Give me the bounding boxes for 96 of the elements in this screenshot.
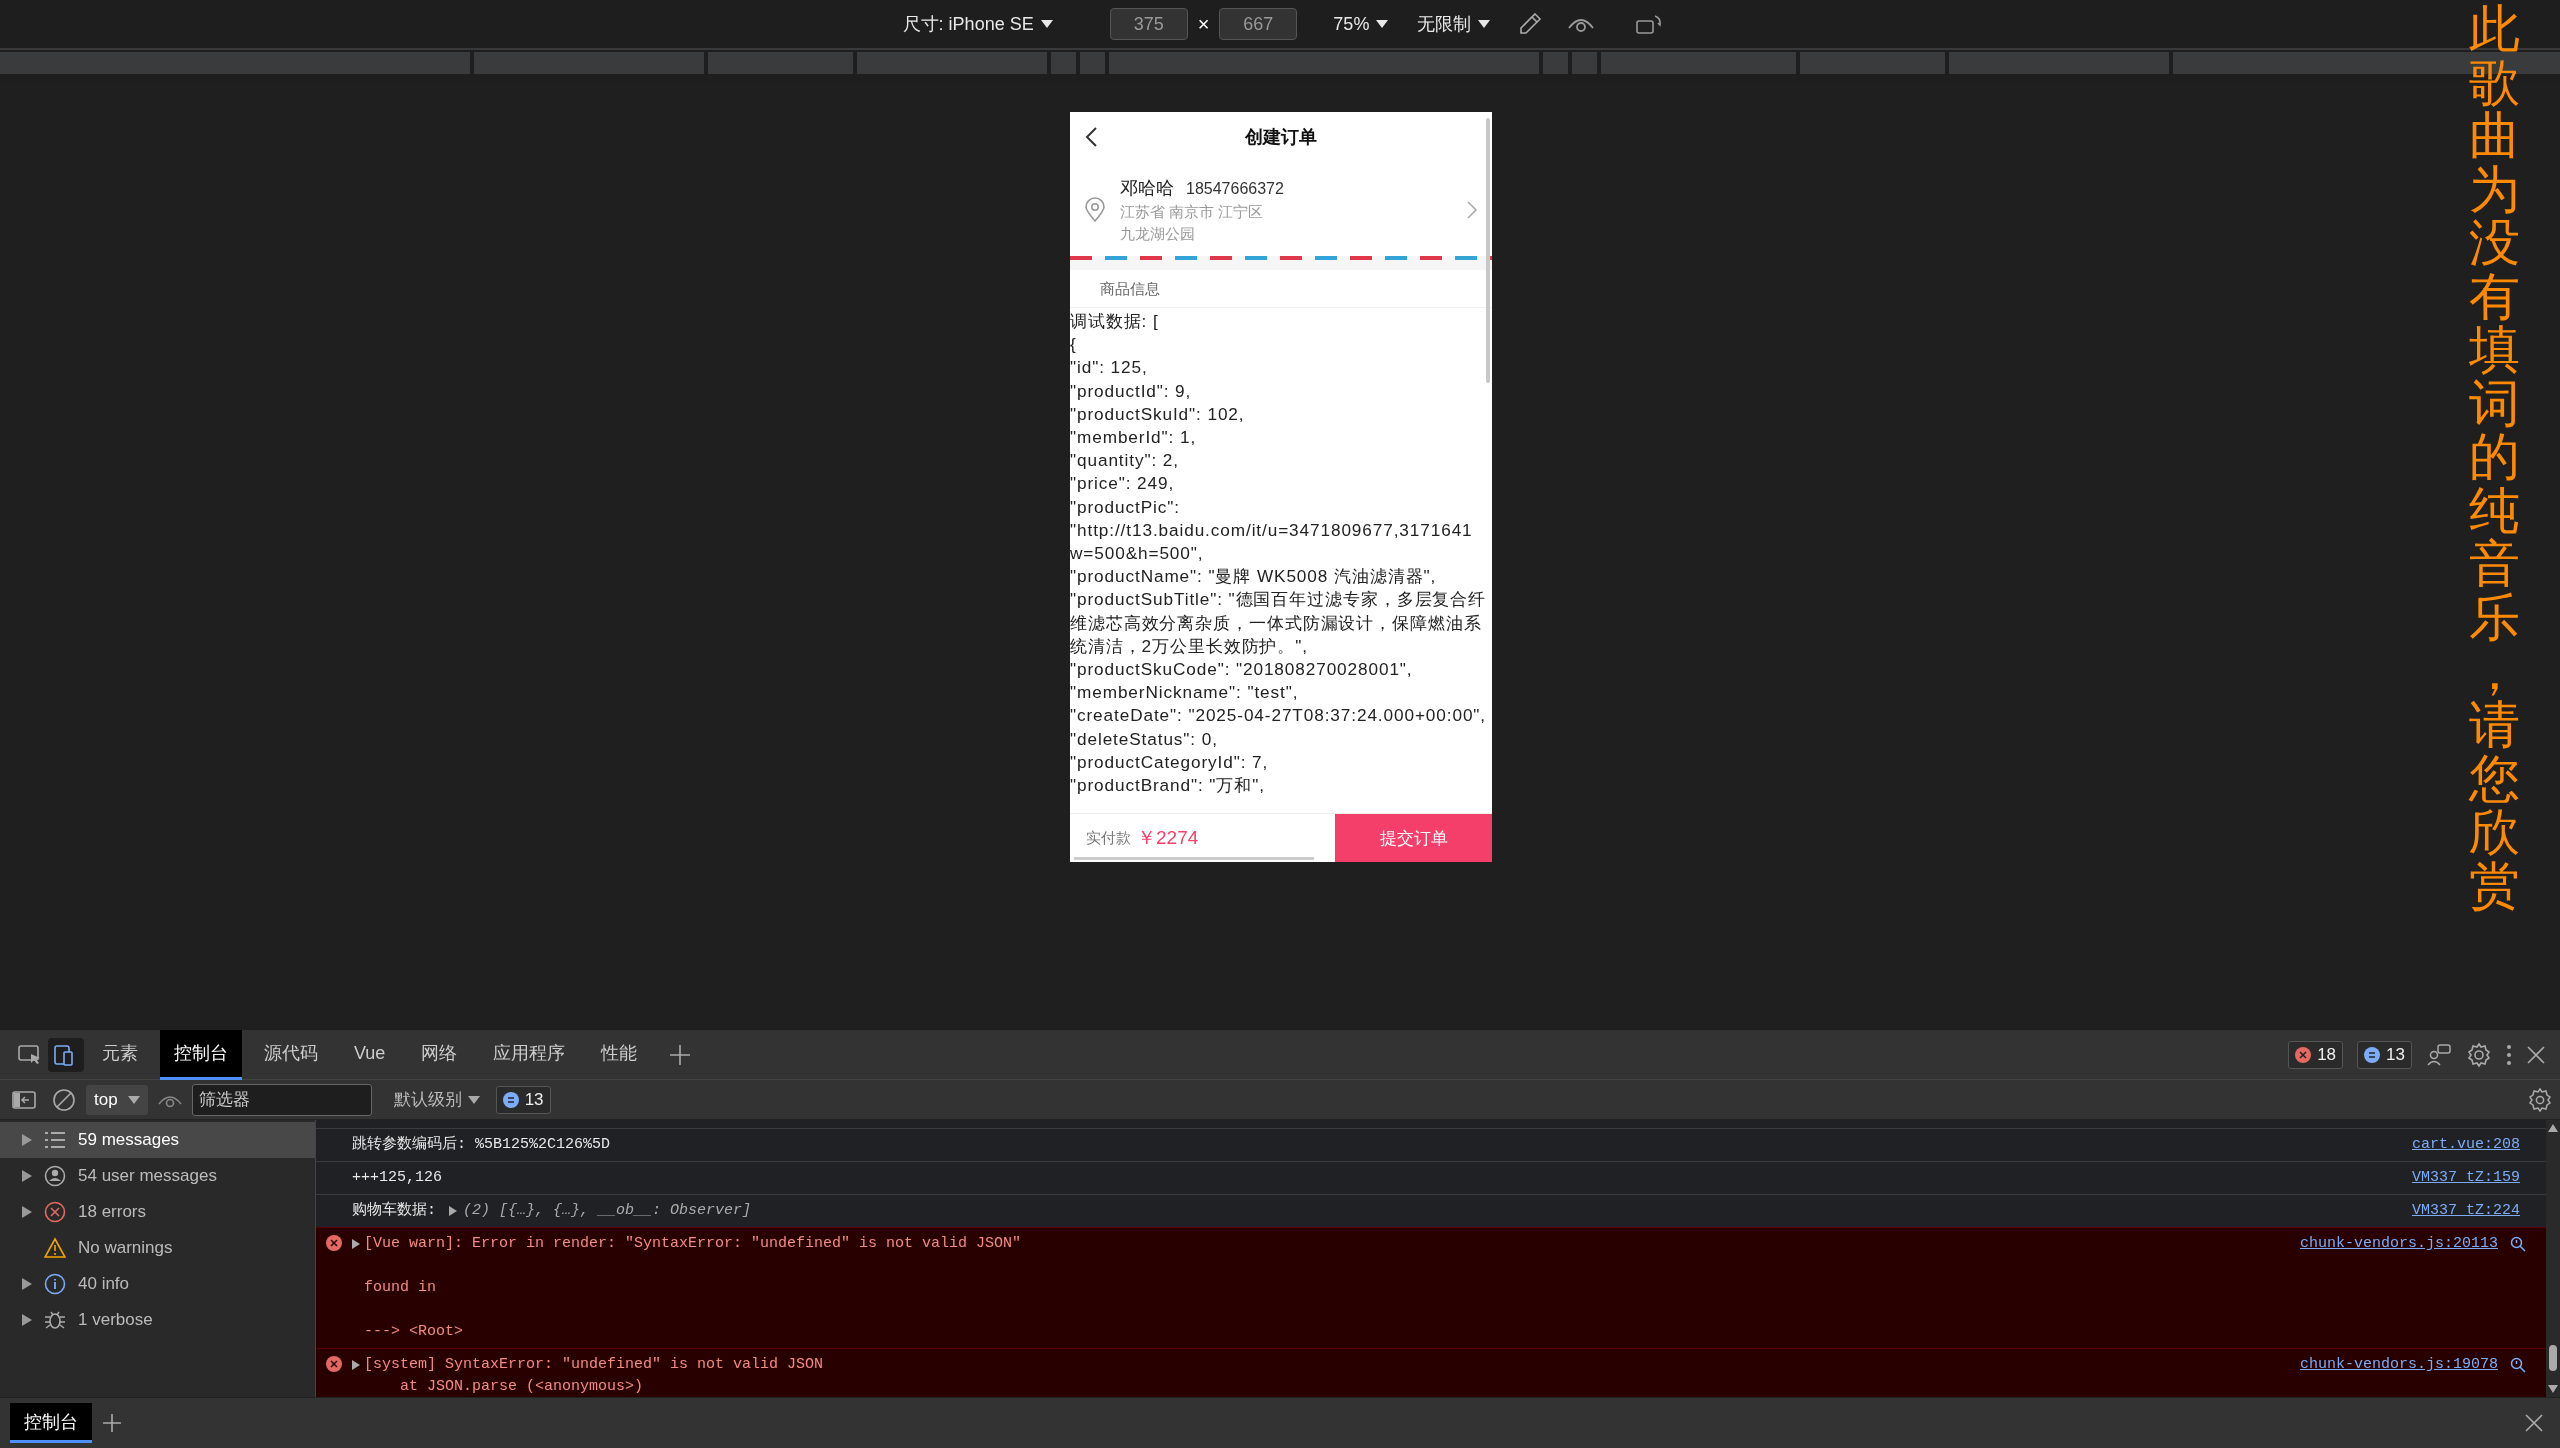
down-arrow-icon xyxy=(2548,1385,2558,1393)
message-icon xyxy=(2364,1046,2381,1063)
source-link[interactable]: cart.vue:208 xyxy=(2411,1134,2520,1156)
error-count-badge[interactable]: 18 xyxy=(2288,1040,2344,1069)
caret-icon xyxy=(467,1094,480,1105)
up-arrow-icon xyxy=(2548,1124,2558,1132)
devtools-tab[interactable]: 控制台 xyxy=(160,1029,242,1080)
error-message: [system] SyntaxError: "undefined" is not valid JSON at JSON.parse (<anonymous>) xyxy=(364,1355,825,1397)
page-title: 创建订单 xyxy=(1245,126,1317,149)
error-icon xyxy=(326,1356,342,1372)
chevron-right-icon xyxy=(1466,200,1478,220)
address-detail: 九龙湖公园 xyxy=(1120,224,1196,244)
log-message: 购物车数据: xyxy=(352,1200,437,1221)
expand-arrow-icon[interactable] xyxy=(449,1206,457,1216)
total-label: 实付款 xyxy=(1086,828,1131,848)
desktop-lyrics: 此歌曲为没有填词的纯音乐，请您欣赏 xyxy=(2469,2,2520,913)
object-preview[interactable]: (2) [{…}, {…}, __ob__: Observer] xyxy=(463,1200,752,1222)
sidebar-item[interactable]: 18 errors xyxy=(0,1194,315,1230)
eyedropper-icon[interactable] xyxy=(1517,11,1544,37)
bug-icon xyxy=(44,1309,66,1331)
recipient-name: 邓哈哈 xyxy=(1120,177,1174,200)
address-region: 江苏省 南京市 江宁区 xyxy=(1120,202,1265,222)
feedback-icon[interactable] xyxy=(2426,1042,2452,1067)
plus-icon[interactable] xyxy=(669,1043,692,1066)
error-icon xyxy=(326,1235,342,1251)
source-link[interactable]: chunk-vendors.js:20113 xyxy=(2299,1233,2498,1255)
devtools-tab[interactable]: 应用程序 xyxy=(479,1029,580,1080)
expand-arrow-icon[interactable] xyxy=(352,1239,360,1249)
height-field[interactable]: 667 xyxy=(1219,8,1298,40)
caret-icon xyxy=(1375,18,1390,30)
warning-icon xyxy=(44,1237,66,1259)
devtools-tab[interactable]: 性能 xyxy=(587,1029,652,1080)
expand-arrow-icon xyxy=(22,1134,32,1146)
sidebar-item[interactable]: 1 verbose xyxy=(0,1302,315,1338)
message-icon xyxy=(502,1091,519,1108)
location-pin-icon xyxy=(1084,197,1106,223)
context-dropdown[interactable]: top xyxy=(86,1084,148,1115)
sidebar-item[interactable]: 59 messages xyxy=(0,1122,315,1158)
expand-arrow-icon xyxy=(22,1206,32,1218)
sidebar-item[interactable]: 40 info xyxy=(0,1266,315,1302)
rotate-icon[interactable] xyxy=(1635,12,1664,36)
sidebar-item[interactable]: No warnings xyxy=(0,1230,315,1266)
user-icon xyxy=(44,1165,66,1187)
zoom-dropdown[interactable]: 75% xyxy=(1327,9,1396,39)
source-link[interactable]: VM337 tZ:159 xyxy=(2411,1167,2520,1189)
log-level-dropdown[interactable]: 默认级别 xyxy=(387,1087,486,1112)
width-field[interactable]: 375 xyxy=(1109,8,1188,40)
scrollbar-track[interactable] xyxy=(2546,1120,2560,1397)
scrollbar-thumb[interactable] xyxy=(2549,1345,2557,1371)
debug-text: 调试数据: [ { "id": 125, "productId": 9, "productSkuId": 102, "memberId": 1, "quantity": 2, "price": 249, "productPic": "http://t13.baidu.com/it/u=3471809677,3171641 w=500&h=500", "productName": "曼牌 WK5008 汽油滤清器", "productSubTitle": "德国百年过滤专家，多层复合纤 维滤芯高效分离杂质，一体式防漏设计，保障燃油系 统清洁，2万公里长效防护。", "productSkuCode": "201808270028001", "memberNickname": "test", "createDate": "2025-04-27T08:37:24.000+00:00", "deleteStatus": 0, "productCategoryId": 7, "productBrand": "万和", xyxy=(1070,310,1488,798)
expand-arrow-icon xyxy=(22,1278,32,1290)
error-icon xyxy=(2295,1046,2312,1063)
list-icon xyxy=(44,1129,66,1151)
total-amount: ￥2274 xyxy=(1137,826,1199,850)
devtools-tab[interactable]: 网络 xyxy=(407,1029,472,1080)
caret-icon xyxy=(1477,18,1492,30)
throttle-dropdown[interactable]: 无限制 xyxy=(1411,8,1498,40)
sidebar-toggle-icon[interactable] xyxy=(12,1089,36,1110)
times-sign: × xyxy=(1197,12,1210,36)
scrollbar-thumb[interactable] xyxy=(1486,118,1490,383)
error-icon xyxy=(44,1201,66,1223)
source-link[interactable]: chunk-vendors.js:19078 xyxy=(2299,1354,2498,1376)
filter-field[interactable]: 筛选器 xyxy=(191,1083,372,1116)
search-icon[interactable] xyxy=(2510,1357,2526,1373)
devtools-tab[interactable]: 源代码 xyxy=(250,1029,332,1080)
caret-icon xyxy=(1039,18,1054,30)
close-icon[interactable] xyxy=(2524,1413,2544,1433)
caret-icon xyxy=(127,1094,140,1105)
device-dropdown[interactable]: 尺寸: iPhone SE xyxy=(896,8,1060,40)
settings-icon[interactable] xyxy=(2528,1087,2552,1112)
submit-order-button[interactable]: 提交订单 xyxy=(1335,814,1492,862)
message-count-badge[interactable]: 13 xyxy=(2357,1040,2412,1069)
device-toggle-button[interactable] xyxy=(48,1037,84,1072)
cursor-icon xyxy=(18,1043,42,1066)
clear-icon[interactable] xyxy=(52,1087,76,1112)
issues-count-badge[interactable]: 13 xyxy=(495,1085,551,1114)
log-message: +++125,126 xyxy=(352,1168,443,1188)
close-icon[interactable] xyxy=(2526,1044,2546,1065)
phone-number: 18547666372 xyxy=(1186,180,1284,198)
sidebar-item[interactable]: 54 user messages xyxy=(0,1158,315,1194)
back-chevron-icon[interactable] xyxy=(1084,126,1100,148)
info-icon xyxy=(44,1273,66,1295)
search-icon[interactable] xyxy=(2510,1236,2526,1252)
expand-arrow-icon[interactable] xyxy=(352,1360,360,1370)
log-message: 跳转参数编码后: %5B125%2C126%5D xyxy=(352,1134,612,1155)
settings-icon[interactable] xyxy=(2466,1041,2492,1068)
scrollbar-thumb[interactable] xyxy=(1074,857,1314,860)
drawer-tab[interactable]: 控制台 xyxy=(10,1403,92,1443)
address-card[interactable]: 邓哈哈 18547666372 江苏省 南京市 江宁区 九龙湖公园 xyxy=(1070,162,1492,256)
devtools-tab[interactable]: 元素 xyxy=(88,1029,152,1080)
more-icon[interactable] xyxy=(2506,1043,2512,1066)
plus-icon[interactable] xyxy=(102,1413,122,1433)
expand-arrow-icon xyxy=(22,1170,32,1182)
devtools-tab[interactable]: Vue xyxy=(340,1029,400,1080)
source-link[interactable]: VM337 tZ:224 xyxy=(2411,1200,2520,1222)
expand-arrow-icon xyxy=(22,1314,32,1326)
